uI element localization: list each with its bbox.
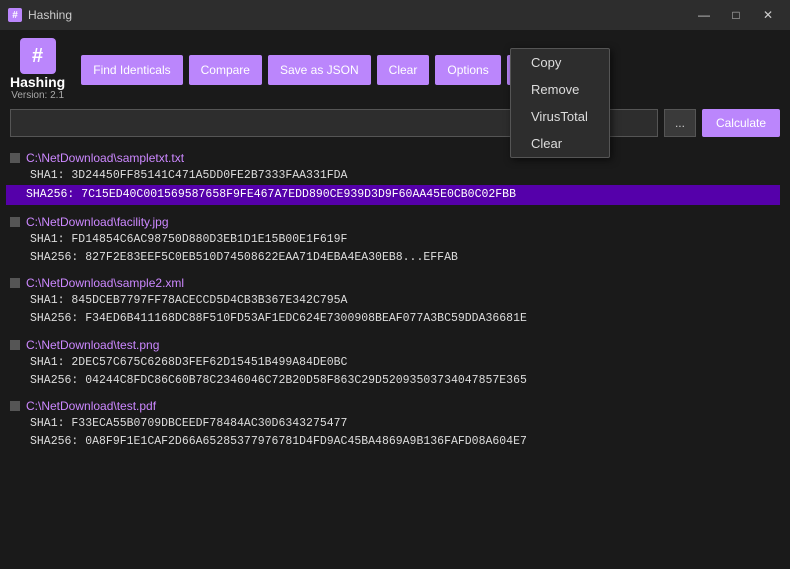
context-menu-item-virustotal[interactable]: VirusTotal: [511, 103, 609, 130]
options-button[interactable]: Options: [435, 55, 500, 85]
hash-row[interactable]: SHA256: 04244C8FDC86C60B78C2346046C72B20…: [10, 372, 780, 389]
close-button[interactable]: ✕: [754, 6, 782, 24]
hash-row[interactable]: SHA256: 827F2E83EEF5C0EB510D74508622EAA7…: [10, 249, 780, 266]
file-path: C:\NetDownload\sample2.xml: [10, 276, 780, 290]
file-path: C:\NetDownload\test.png: [10, 338, 780, 352]
title-bar-controls: — □ ✕: [690, 6, 782, 24]
title-bar-title: Hashing: [28, 8, 72, 22]
save-as-json-button[interactable]: Save as JSON: [268, 55, 371, 85]
calculate-button[interactable]: Calculate: [702, 109, 780, 137]
context-menu: CopyRemoveVirusTotalClear: [510, 48, 610, 158]
file-path-text: C:\NetDownload\test.png: [26, 338, 159, 352]
file-path-text: C:\NetDownload\facility.jpg: [26, 215, 169, 229]
file-group: C:\NetDownload\sampletxt.txt SHA1: 3D2445…: [10, 151, 780, 205]
toolbar: # Hashing Version: 2.1 Find Identicals C…: [0, 30, 790, 109]
title-bar: # Hashing — □ ✕: [0, 0, 790, 30]
maximize-button[interactable]: □: [722, 6, 750, 24]
file-path: C:\NetDownload\test.pdf: [10, 399, 780, 413]
file-icon: [10, 278, 20, 288]
search-row: ... Calculate: [0, 109, 790, 145]
app-version: Version: 2.1: [11, 90, 64, 101]
file-path-text: C:\NetDownload\sample2.xml: [26, 276, 184, 290]
minimize-button[interactable]: —: [690, 6, 718, 24]
app-logo: # Hashing Version: 2.1: [10, 38, 65, 101]
hash-row[interactable]: SHA1: 2DEC57C675C6268D3FEF62D15451B499A8…: [10, 354, 780, 371]
context-menu-item-clear[interactable]: Clear: [511, 130, 609, 157]
app-name: Hashing: [10, 74, 65, 90]
browse-button[interactable]: ...: [664, 109, 696, 137]
hash-row[interactable]: SHA1: 845DCEB7797FF78ACECCD5D4CB3B367E34…: [10, 292, 780, 309]
clear-button[interactable]: Clear: [377, 55, 430, 85]
content-area: C:\NetDownload\sampletxt.txt SHA1: 3D2445…: [0, 145, 790, 569]
app-icon: #: [8, 8, 22, 22]
compare-button[interactable]: Compare: [189, 55, 262, 85]
file-icon: [10, 401, 20, 411]
title-bar-left: # Hashing: [8, 8, 72, 22]
hash-row[interactable]: SHA1: F33ECA55B0709DBCEEDF78484AC30D6343…: [10, 415, 780, 432]
file-group: C:\NetDownload\facility.jpg SHA1: FD14854…: [10, 215, 780, 267]
file-group: C:\NetDownload\test.png SHA1: 2DEC57C675C…: [10, 338, 780, 390]
file-path: C:\NetDownload\sampletxt.txt: [10, 151, 780, 165]
find-identicals-button[interactable]: Find Identicals: [81, 55, 182, 85]
file-path: C:\NetDownload\facility.jpg: [10, 215, 780, 229]
file-path-text: C:\NetDownload\test.pdf: [26, 399, 156, 413]
file-path-text: C:\NetDownload\sampletxt.txt: [26, 151, 184, 165]
hash-row[interactable]: SHA256: F34ED6B411168DC88F510FD53AF1EDC6…: [10, 310, 780, 327]
hash-row[interactable]: SHA256: 7C15ED40C001569587658F9FE467A7ED…: [6, 185, 780, 204]
hash-row[interactable]: SHA256: 0A8F9F1E1CAF2D66A65285377976781D…: [10, 433, 780, 450]
file-group: C:\NetDownload\test.pdf SHA1: F33ECA55B07…: [10, 399, 780, 451]
file-icon: [10, 340, 20, 350]
context-menu-item-copy[interactable]: Copy: [511, 49, 609, 76]
hash-row[interactable]: SHA1: FD14854C6AC98750D880D3EB1D1E15B00E…: [10, 231, 780, 248]
file-icon: [10, 153, 20, 163]
file-group: C:\NetDownload\sample2.xml SHA1: 845DCEB7…: [10, 276, 780, 328]
hash-row[interactable]: SHA1: 3D24450FF85141C471A5DD0FE2B7333FAA…: [10, 167, 780, 184]
app-logo-icon: #: [20, 38, 56, 74]
file-icon: [10, 217, 20, 227]
context-menu-item-remove[interactable]: Remove: [511, 76, 609, 103]
